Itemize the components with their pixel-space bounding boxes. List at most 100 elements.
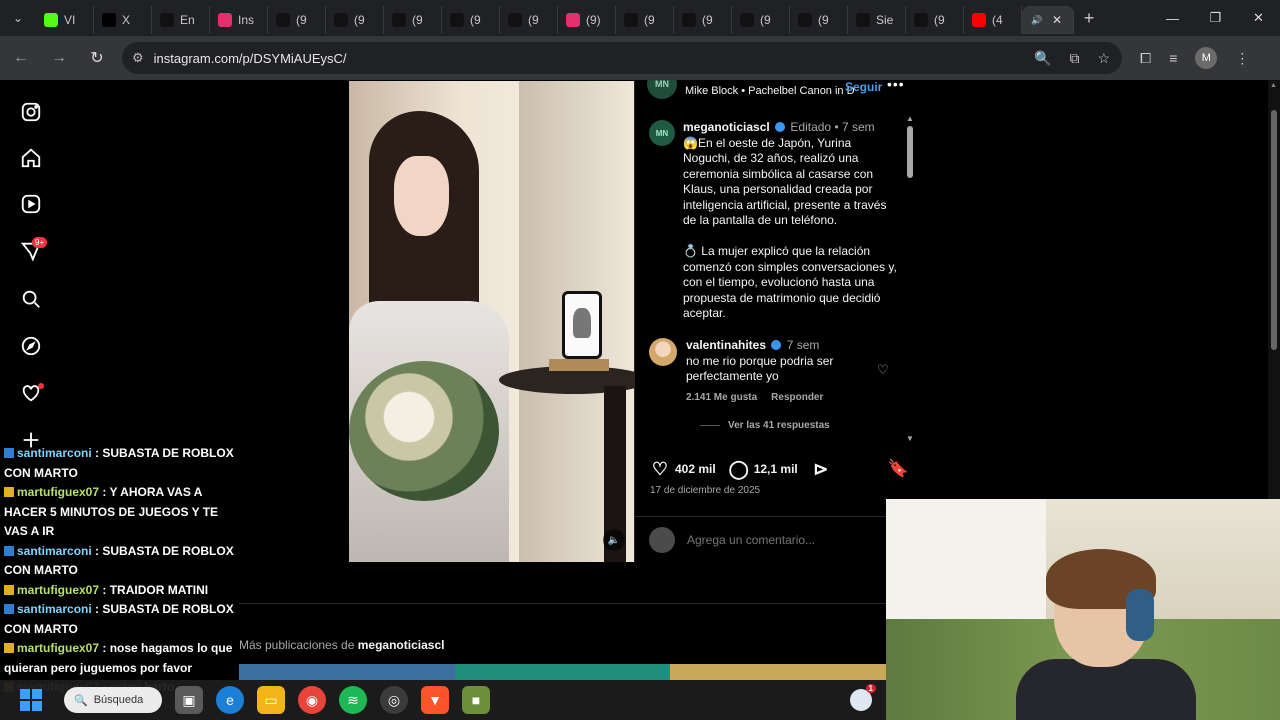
more-posts-user[interactable]: meganoticiascl: [358, 638, 445, 652]
browser-tab[interactable]: (9: [732, 6, 790, 34]
spotify-icon[interactable]: ≋: [339, 686, 367, 714]
caption-paragraph-2: 💍 La mujer explicó que la relación comen…: [683, 244, 897, 320]
chat-message: martufiguex07 : Y AHORA VAS A HACER 5 MI…: [0, 483, 245, 542]
browser-tab[interactable]: Ins: [210, 6, 268, 34]
browser-tab[interactable]: (9: [384, 6, 442, 34]
commenter-username[interactable]: valentinahites: [686, 338, 766, 352]
share-icon[interactable]: ⊳: [810, 459, 832, 480]
comment-input[interactable]: [687, 532, 887, 547]
browser-tab[interactable]: (9: [790, 6, 848, 34]
browser-tab[interactable]: (9: [674, 6, 732, 34]
audio-credit[interactable]: Mike Block • Pachelbel Canon in D: [685, 85, 855, 97]
tiktok-icon: [392, 13, 406, 27]
minimize-button[interactable]: —: [1151, 0, 1194, 36]
comment-icon[interactable]: ◯: [728, 459, 750, 480]
commenter-avatar[interactable]: [649, 338, 677, 366]
browser-tab[interactable]: X: [94, 6, 152, 34]
browser-tab[interactable]: (9: [442, 6, 500, 34]
taskbar-search[interactable]: 🔍 Búsqueda: [64, 687, 162, 713]
instagram-logo-icon[interactable]: [19, 100, 43, 124]
maximize-button[interactable]: ❐: [1194, 0, 1237, 36]
address-bar[interactable]: ⚙ instagram.com/p/DSYMiAUEysC/ 🔍 ⧉ ☆: [122, 42, 1122, 74]
reply-button[interactable]: Responder: [771, 392, 823, 403]
save-bookmark-icon[interactable]: 🔖: [888, 459, 909, 479]
comment-actions: 2.141 Me gusta Responder: [686, 392, 823, 403]
search-icon[interactable]: [19, 287, 43, 311]
minecraft-icon[interactable]: ■: [462, 686, 490, 714]
like-icon[interactable]: ♡: [649, 459, 671, 480]
tiktok-icon: [160, 13, 174, 27]
scroll-up-icon[interactable]: ▲: [906, 114, 914, 123]
caption-username[interactable]: meganoticiascl: [683, 120, 770, 134]
likes-count[interactable]: 402 mil: [675, 462, 716, 476]
file-explorer-icon[interactable]: ▭: [257, 686, 285, 714]
close-window-button[interactable]: ✕: [1237, 0, 1280, 36]
browser-tab[interactable]: En: [152, 6, 210, 34]
tiktok-icon: [856, 13, 870, 27]
more-posts-thumbnails[interactable]: [239, 664, 887, 680]
profile-avatar[interactable]: M: [1195, 47, 1218, 69]
browser-tab[interactable]: (9: [906, 6, 964, 34]
brave-icon[interactable]: ▼: [421, 686, 449, 714]
browser-tab[interactable]: Sie: [848, 6, 906, 34]
windows-taskbar: 🔍 Búsqueda ▣ e ▭ ◉ ≋ ◎ ▼ ■ 1: [0, 680, 886, 720]
follow-button[interactable]: Seguir: [845, 80, 882, 94]
reels-icon[interactable]: [19, 192, 43, 216]
browser-tab[interactable]: (9: [326, 6, 384, 34]
browser-toolbar: ← → ↻ ⚙ instagram.com/p/DSYMiAUEysC/ 🔍 ⧉…: [0, 36, 1280, 80]
close-tab-icon[interactable]: ✕: [1052, 13, 1062, 27]
browser-tab[interactable]: (9): [558, 6, 616, 34]
install-app-icon[interactable]: ⧉: [1069, 50, 1079, 67]
chat-username: martufiguex07: [17, 582, 100, 597]
home-icon[interactable]: [19, 146, 43, 170]
notification-dot: [38, 383, 44, 389]
start-button[interactable]: [20, 689, 42, 711]
browser-tab-label: (9: [528, 13, 539, 27]
browser-tab[interactable]: (4: [964, 6, 1022, 34]
explore-icon[interactable]: [19, 334, 43, 358]
comments-scrollbar[interactable]: ▲ ▼: [905, 114, 915, 444]
browser-tab[interactable]: (9: [268, 6, 326, 34]
comment-likes-count[interactable]: 2.141 Me gusta: [686, 392, 757, 403]
messages-badge: 9+: [32, 237, 48, 248]
chat-badge-icon: [4, 448, 14, 458]
tab-active[interactable]: 🔊 ✕: [1022, 6, 1074, 34]
weather-widget-icon[interactable]: 1: [850, 684, 876, 711]
browser-tab-label: (9: [934, 13, 945, 27]
comment-like-icon[interactable]: ♡: [877, 362, 889, 378]
reload-button[interactable]: ↻: [80, 41, 114, 75]
media-controls-icon[interactable]: ≡: [1169, 50, 1177, 66]
comments-scroll-thumb[interactable]: [907, 126, 913, 178]
comment-text: valentinahites 7 sem no me rio porque po…: [686, 338, 866, 385]
tiktok-icon: [450, 13, 464, 27]
mute-toggle-icon[interactable]: 🔈: [603, 529, 625, 551]
chat-message: santimarconi : SUBASTA DE ROBLOX CON MAR…: [0, 600, 245, 639]
caption-avatar[interactable]: MN: [649, 120, 675, 146]
chrome-icon[interactable]: ◉: [298, 686, 326, 714]
taskbar-search-icon: 🔍: [74, 694, 88, 707]
browser-tab[interactable]: (9: [616, 6, 674, 34]
page-scroll-thumb[interactable]: [1271, 110, 1277, 350]
view-replies-button[interactable]: Ver las 41 respuestas: [700, 420, 830, 431]
more-options-icon[interactable]: •••: [887, 80, 905, 92]
task-view-icon[interactable]: ▣: [175, 686, 203, 714]
youtube-icon: [972, 13, 986, 27]
browser-tab[interactable]: VI: [36, 6, 94, 34]
video-phone: [562, 291, 602, 359]
tab-search-button[interactable]: ⌄: [0, 0, 36, 36]
post-video[interactable]: 🔈: [349, 81, 634, 562]
page-scroll-up-icon[interactable]: ▲: [1270, 82, 1277, 89]
forward-button[interactable]: →: [42, 41, 76, 75]
site-info-icon[interactable]: ⚙: [132, 50, 144, 66]
browser-tab[interactable]: (9: [500, 6, 558, 34]
extensions-icon[interactable]: ⧠: [1140, 50, 1151, 67]
edge-icon[interactable]: e: [216, 686, 244, 714]
obs-icon[interactable]: ◎: [380, 686, 408, 714]
zoom-icon[interactable]: 🔍: [1034, 50, 1051, 67]
new-tab-button[interactable]: +: [1074, 8, 1104, 29]
back-button[interactable]: ←: [4, 41, 38, 75]
browser-menu-icon[interactable]: ⋮: [1235, 50, 1249, 67]
bookmark-star-icon[interactable]: ☆: [1097, 50, 1110, 67]
scroll-down-icon[interactable]: ▼: [906, 434, 914, 443]
account-logo[interactable]: MN: [647, 80, 677, 99]
